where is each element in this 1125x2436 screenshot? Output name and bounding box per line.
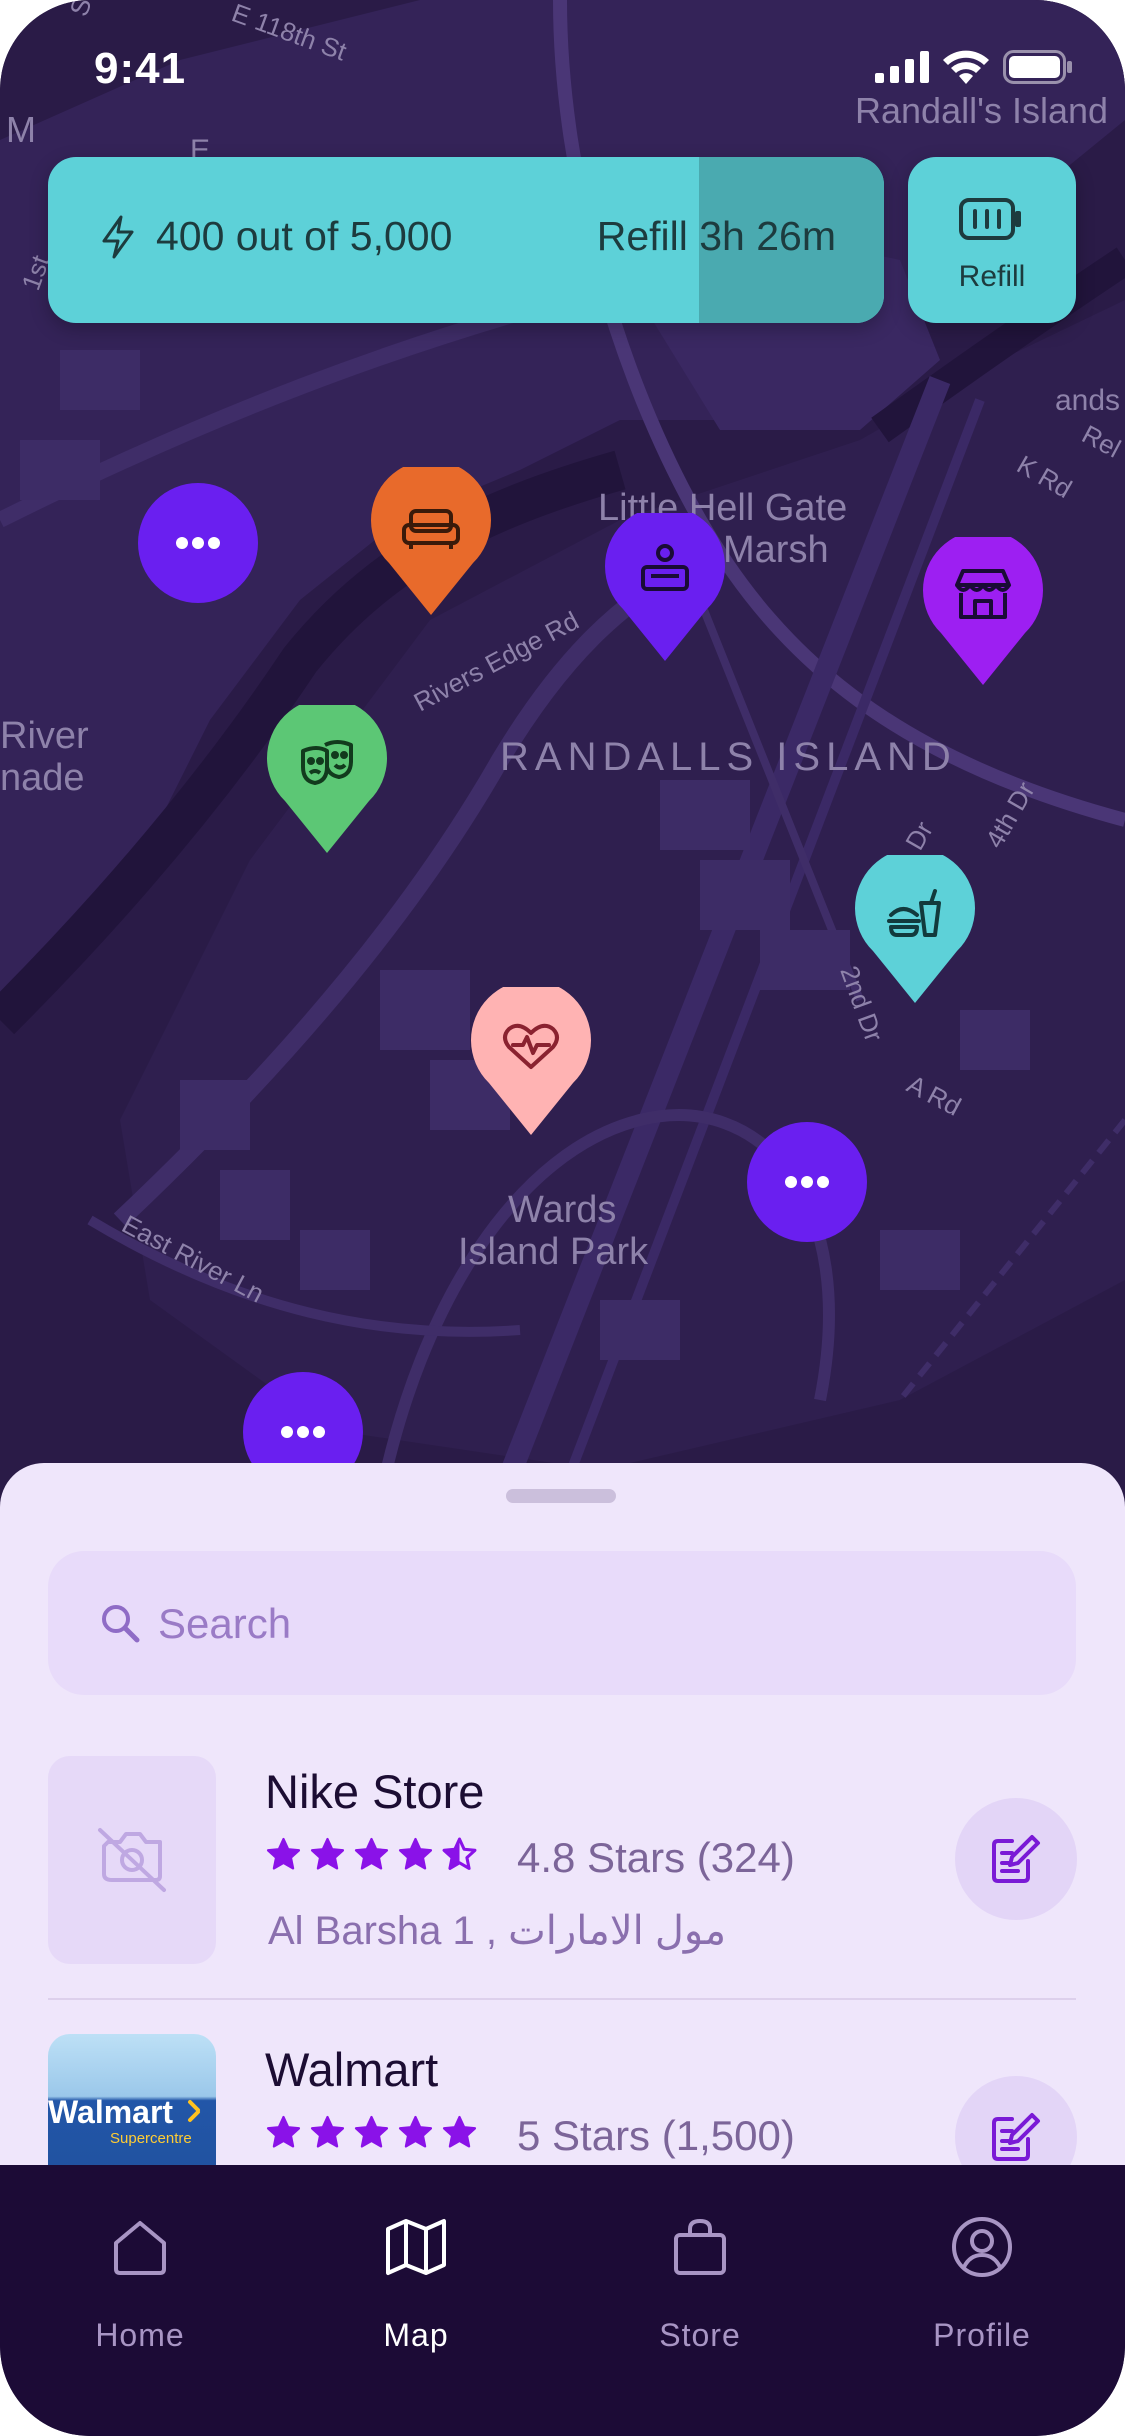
search-field[interactable] bbox=[48, 1551, 1076, 1695]
battery-icon bbox=[1003, 50, 1072, 84]
map-label-ands: ands bbox=[1055, 384, 1120, 417]
battery-refill-icon bbox=[959, 198, 1021, 240]
map-label-marsh: Marsh bbox=[723, 529, 829, 571]
map-label-wards: Wards bbox=[508, 1189, 616, 1231]
sofa-icon bbox=[371, 467, 491, 615]
tab-label: Store bbox=[659, 2317, 741, 2353]
theater-masks-icon bbox=[267, 705, 387, 853]
tab-profile[interactable]: Profile bbox=[892, 2215, 1072, 2365]
map-label-river: River bbox=[0, 715, 89, 757]
spark-icon bbox=[188, 2100, 200, 2122]
status-bar: 9:41 bbox=[0, 0, 1125, 130]
refill-button-label: Refill bbox=[958, 260, 1026, 293]
heart-pulse-icon bbox=[471, 987, 591, 1135]
store-icon bbox=[923, 537, 1043, 685]
place-thumbnail: Walmart Supercentre bbox=[48, 2034, 216, 2183]
tab-label: Map bbox=[383, 2317, 449, 2353]
search-icon bbox=[102, 1605, 140, 1643]
star-icon bbox=[310, 2115, 345, 2148]
star-icon bbox=[354, 1837, 389, 1870]
star-half-icon bbox=[442, 1837, 477, 1870]
status-icons bbox=[875, 50, 1073, 84]
more-icon bbox=[785, 1176, 829, 1188]
star-rating bbox=[265, 1836, 478, 1873]
map-label-river-nade: nade bbox=[0, 757, 85, 799]
map-cluster-marker[interactable] bbox=[747, 1122, 867, 1242]
wifi-icon bbox=[943, 50, 989, 84]
place-card-walmart[interactable]: Walmart Supercentre Walmart 5 Stars (1,5… bbox=[0, 2034, 1125, 2183]
map-pin-store[interactable] bbox=[923, 537, 1043, 687]
map-label-island-park: Island Park bbox=[458, 1231, 649, 1273]
star-icon bbox=[442, 2115, 477, 2148]
map-pin-theater[interactable] bbox=[267, 705, 387, 855]
tab-map[interactable]: Map bbox=[326, 2215, 506, 2365]
no-photo-icon bbox=[98, 1828, 166, 1892]
map-label-randalls-island: RANDALLS ISLAND bbox=[500, 735, 957, 779]
sheet-drag-handle[interactable] bbox=[506, 1489, 616, 1503]
place-name: Walmart bbox=[265, 2043, 439, 2096]
lightning-icon bbox=[102, 215, 134, 259]
map-icon bbox=[386, 2219, 446, 2275]
star-icon bbox=[398, 2115, 433, 2148]
walmart-logo-subtext: Supercentre bbox=[110, 2130, 192, 2147]
reception-desk-icon bbox=[605, 513, 725, 661]
edit-note-icon bbox=[992, 1835, 1040, 1883]
star-icon bbox=[354, 2115, 389, 2148]
list-divider bbox=[48, 1998, 1076, 2000]
star-icon bbox=[266, 1837, 301, 1870]
places-bottom-sheet[interactable]: Nike Store 4.8 Stars (324) Al Barsha 1 ,… bbox=[0, 1463, 1125, 2183]
status-time: 9:41 bbox=[94, 44, 187, 93]
place-rating: 4.8 Stars (324) bbox=[517, 1834, 795, 1881]
star-icon bbox=[310, 1837, 345, 1870]
tab-label: Profile bbox=[933, 2317, 1031, 2353]
user-circle-icon bbox=[952, 2217, 1012, 2277]
tab-home[interactable]: Home bbox=[50, 2215, 230, 2365]
place-address: Al Barsha 1 , مول الامارات bbox=[268, 1909, 727, 1953]
place-name: Nike Store bbox=[265, 1765, 485, 1818]
energy-meter: 400 out of 5,000 Refill 3h 26m bbox=[48, 157, 884, 323]
map-pin-health[interactable] bbox=[471, 987, 591, 1137]
map-pin-furniture[interactable] bbox=[371, 467, 491, 617]
tab-store[interactable]: Store bbox=[610, 2215, 790, 2365]
place-card-nike-store[interactable]: Nike Store 4.8 Stars (324) Al Barsha 1 ,… bbox=[0, 1756, 1125, 2026]
home-icon bbox=[114, 2221, 166, 2275]
star-rating bbox=[265, 2114, 478, 2151]
refill-button[interactable]: Refill bbox=[908, 157, 1076, 323]
map-pin-food[interactable] bbox=[855, 855, 975, 1005]
bottom-tab-bar: Home Map Store Profile bbox=[0, 2165, 1125, 2436]
walmart-logo-text: Walmart bbox=[48, 2094, 174, 2130]
map-pin-reception[interactable] bbox=[605, 513, 725, 663]
tab-label: Home bbox=[95, 2317, 185, 2353]
bag-icon bbox=[674, 2219, 726, 2275]
energy-count: 400 out of 5,000 bbox=[156, 213, 453, 259]
edit-review-button[interactable] bbox=[955, 1798, 1077, 1920]
star-icon bbox=[398, 1837, 433, 1870]
place-rating: 5 Stars (1,500) bbox=[517, 2112, 795, 2159]
edit-note-icon bbox=[992, 2113, 1040, 2161]
search-input[interactable] bbox=[156, 1587, 1020, 1661]
star-icon bbox=[266, 2115, 301, 2148]
cellular-signal-icon bbox=[875, 51, 929, 83]
app-screen: Randall's Island Little Hell Gate Marsh … bbox=[0, 0, 1125, 2436]
map-cluster-marker[interactable] bbox=[138, 483, 258, 603]
place-thumbnail bbox=[48, 1756, 216, 1964]
more-icon bbox=[176, 537, 220, 549]
refill-timer: Refill 3h 26m bbox=[596, 213, 836, 259]
fast-food-icon bbox=[855, 855, 975, 1003]
